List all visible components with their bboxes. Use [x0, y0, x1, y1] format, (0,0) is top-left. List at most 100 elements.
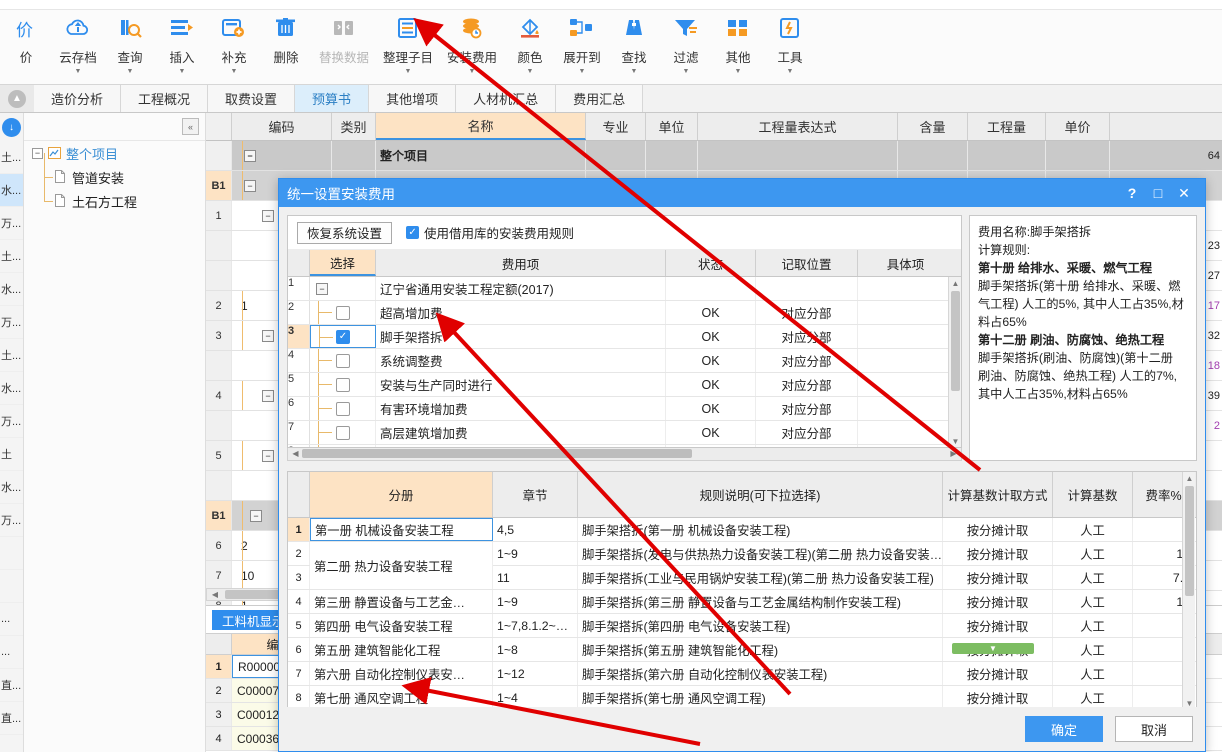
rail-row-18[interactable]: ... — [0, 735, 23, 752]
ok-button[interactable]: 确定 — [1025, 716, 1103, 742]
grid-header-5[interactable]: 工程量表达式 — [698, 113, 898, 140]
cell-chapter[interactable]: 1~9 — [493, 590, 578, 613]
fee-table-vscrollbar[interactable]: ▲ ▼ — [948, 277, 961, 447]
cell-col-4[interactable] — [646, 141, 698, 170]
fee-detail[interactable] — [858, 445, 953, 447]
fee-position[interactable]: 对应分部 — [756, 349, 858, 372]
cell-base[interactable]: 人工 — [1053, 518, 1133, 541]
fee-scroll-right-icon[interactable]: ▶ — [947, 448, 960, 459]
cell-method[interactable]: 按分摊计取 — [943, 662, 1053, 685]
fee-select-cell[interactable]: ✓ — [310, 325, 376, 348]
help-icon[interactable]: ? — [1119, 182, 1145, 204]
fee-position[interactable]: 对应分部 — [756, 421, 858, 444]
fee-position[interactable]: 对应分部 — [756, 301, 858, 324]
table-row[interactable]: 4 系统调整费 OK 对应分部 — [288, 349, 961, 373]
cell-volume[interactable]: 第五册 建筑智能化工程 — [310, 638, 493, 661]
fee-vscroll-thumb[interactable] — [951, 291, 960, 391]
rail-row-16[interactable]: 直... — [0, 669, 23, 702]
tab-4[interactable]: 其他增项 — [369, 85, 457, 112]
chevron-down-icon[interactable]: ▼ — [527, 68, 534, 76]
grid-header-4[interactable]: 单位 — [646, 113, 698, 140]
chevron-down-icon[interactable]: ▼ — [631, 68, 638, 76]
rail-row-17[interactable]: 直... — [0, 702, 23, 735]
collapse-pane-button[interactable]: « — [182, 118, 199, 135]
fee-scroll-up-icon[interactable]: ▲ — [949, 277, 961, 289]
tab-2[interactable]: 取费设置 — [208, 85, 296, 112]
cell-rule[interactable]: 脚手架搭拆(第三册 静置设备与工艺金属结构制作安装工程) — [578, 590, 943, 613]
cell-method[interactable]: 按分摊计取 — [943, 686, 1053, 709]
fee-position[interactable]: 对应分部 — [756, 325, 858, 348]
cell-base[interactable]: 人工 — [1053, 590, 1133, 613]
grid-header-1[interactable]: 类别 — [332, 113, 376, 140]
table-row[interactable]: 4 第三册 静置设备与工艺金… 1~9 脚手架搭拆(第三册 静置设备与工艺金属结构制作… — [288, 590, 1196, 614]
ribbon-button-price[interactable]: 价价 — [0, 10, 52, 82]
rail-row-6[interactable]: 土... — [0, 339, 23, 372]
tree-node-1[interactable]: 土石方工程 — [24, 177, 205, 213]
ribbon-button-paint-bucket[interactable]: 颜色 ▼ — [504, 10, 556, 82]
cell-chapter[interactable]: 11 — [493, 566, 578, 589]
cell-base[interactable]: 人工 — [1053, 542, 1133, 565]
grid-header-7[interactable]: 工程量 — [968, 113, 1046, 140]
table-row[interactable]: 3 11 脚手架搭拆(工业与民用锅炉安装工程)(第二册 热力设备安装工程) 按分摊计取… — [288, 566, 1196, 590]
cell-base[interactable]: 人工 — [1053, 686, 1133, 709]
ribbon-button-organize-items[interactable]: 整理子目 ▼ — [376, 10, 440, 82]
rule-table-vscrollbar[interactable]: ▲ ▼ — [1182, 472, 1195, 710]
rail-row-14[interactable]: ... — [0, 603, 23, 636]
cell-base[interactable]: 人工 — [1053, 662, 1133, 685]
fee-checkbox[interactable] — [335, 401, 350, 416]
cell-volume[interactable]: 第七册 通风空调工程 — [310, 686, 493, 709]
ribbon-button-binoculars[interactable]: 查找 ▼ — [608, 10, 660, 82]
rail-row-10[interactable]: 水... — [0, 471, 23, 504]
fee-select-cell[interactable] — [310, 397, 376, 420]
fee-detail[interactable] — [858, 325, 953, 348]
fee-detail[interactable] — [858, 373, 953, 396]
fee-checkbox[interactable]: ✓ — [336, 329, 350, 344]
table-row[interactable]: 2 第二册 热力设备安装工程 1~9 脚手架搭拆(发电与供热热力设备安装工程)(第二册… — [288, 542, 1196, 590]
cell-category[interactable] — [332, 141, 376, 170]
table-row[interactable]: 6 有害环境增加费 OK 对应分部 — [288, 397, 961, 421]
rule-scroll-up-icon[interactable]: ▲ — [1183, 472, 1196, 485]
fee-detail[interactable] — [858, 301, 953, 324]
cell-base[interactable]: 人工 — [1053, 566, 1133, 589]
tab-6[interactable]: 费用汇总 — [556, 85, 644, 112]
rail-row-8[interactable]: 万... — [0, 405, 23, 438]
cell-rule[interactable]: 脚手架搭拆(发电与供热热力设备安装工程)(第二册 热力设备安装… — [578, 542, 943, 565]
table-row[interactable]: 5 第四册 电气设备安装工程 1~7,8.1.2~… 脚手架搭拆(第四册 电气设备安装… — [288, 614, 1196, 638]
grid-header-8[interactable]: 单价 — [1046, 113, 1110, 140]
restore-system-settings-button[interactable]: 恢复系统设置 — [297, 221, 393, 244]
cell-col-3[interactable] — [586, 141, 646, 170]
cell-chapter[interactable]: 1~7,8.1.2~… — [493, 614, 578, 637]
tab-0[interactable]: 造价分析 — [34, 85, 122, 112]
cell-base[interactable]: 人工 — [1053, 614, 1133, 637]
cell-rule[interactable]: 脚手架搭拆(第七册 通风空调工程) — [578, 686, 943, 709]
ribbon-button-trash[interactable]: 删除 — [260, 10, 312, 82]
table-row[interactable]: 7 第六册 自动化控制仪表安… 1~12 脚手架搭拆(第六册 自动化控制仪表安装工程)… — [288, 662, 1196, 686]
fee-select-cell[interactable] — [310, 373, 376, 396]
grid-header-2[interactable]: 名称 — [376, 113, 586, 140]
download-button[interactable]: ↓ — [0, 113, 23, 141]
chevron-down-icon[interactable]: ▼ — [179, 68, 186, 76]
rail-row-9[interactable]: 土 — [0, 438, 23, 471]
cell-rule[interactable]: 脚手架搭拆(第五册 建筑智能化工程) — [578, 638, 943, 661]
ribbon-button-supplement[interactable]: 补充 ▼ — [208, 10, 260, 82]
fee-detail[interactable] — [858, 277, 953, 300]
cell-col-7[interactable] — [968, 141, 1046, 170]
table-row[interactable]: 5 安装与生产同时进行 OK 对应分部 — [288, 373, 961, 397]
cell-col-8[interactable] — [1046, 141, 1110, 170]
table-row[interactable]: 3 ✓ 脚手架搭拆 OK 对应分部 — [288, 325, 961, 349]
cell-method[interactable]: 按分摊计取 — [943, 518, 1053, 541]
cell-chapter[interactable]: 1~12 — [493, 662, 578, 685]
chevron-down-icon[interactable]: ▼ — [127, 68, 134, 76]
fee-select-cell[interactable] — [310, 445, 376, 447]
chevron-down-icon[interactable]: ▼ — [579, 68, 586, 76]
cell-volume[interactable]: 第四册 电气设备安装工程 — [310, 614, 493, 637]
rail-row-7[interactable]: 水... — [0, 372, 23, 405]
grid-header-0[interactable]: 编码 — [232, 113, 332, 140]
rail-row-0[interactable]: 土... — [0, 141, 23, 174]
grid-header-6[interactable]: 含量 — [898, 113, 968, 140]
rail-row-5[interactable]: 万... — [0, 306, 23, 339]
ribbon-button-insert-rows[interactable]: 插入 ▼ — [156, 10, 208, 82]
fee-checkbox[interactable] — [335, 305, 350, 320]
rail-row-13[interactable] — [0, 570, 23, 603]
ribbon-collapse-button[interactable]: ▲ — [0, 85, 34, 112]
